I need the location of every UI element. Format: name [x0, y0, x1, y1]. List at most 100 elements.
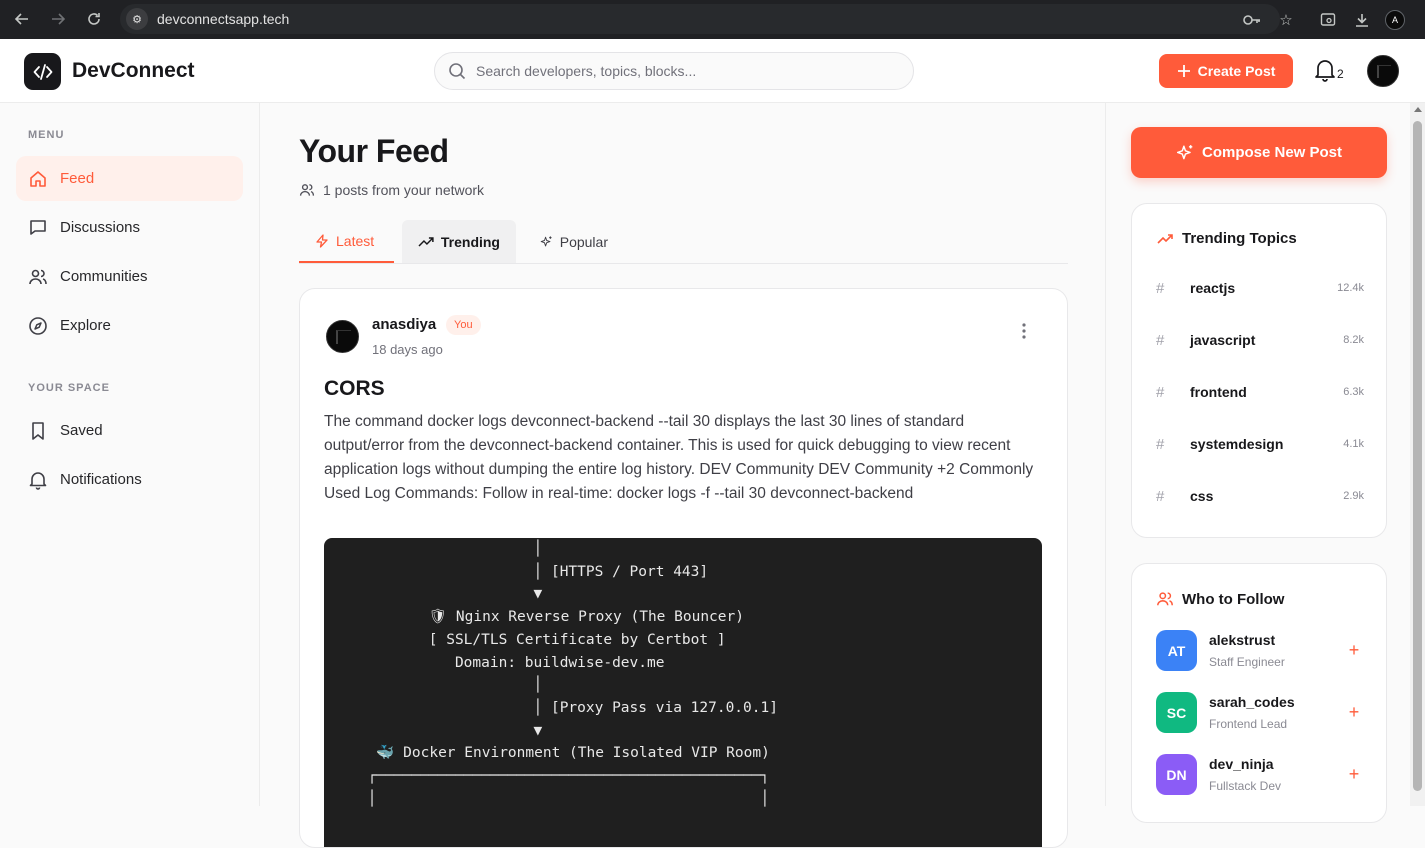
- topic-item[interactable]: # javascript 8.2k: [1156, 328, 1364, 352]
- forward-icon[interactable]: [45, 6, 71, 32]
- profile-initial: A: [1391, 14, 1398, 25]
- follow-role: Fullstack Dev: [1209, 779, 1282, 793]
- follow-avatar[interactable]: SC: [1156, 692, 1197, 733]
- code-logo-icon[interactable]: [24, 53, 61, 90]
- scroll-up-icon[interactable]: [1414, 107, 1422, 112]
- follow-role: Frontend Lead: [1209, 717, 1288, 731]
- hash-icon: #: [1156, 383, 1165, 401]
- post-author-name[interactable]: anasdiya: [372, 316, 436, 333]
- hash-icon: #: [1156, 279, 1165, 297]
- post-author-avatar[interactable]: [326, 320, 359, 353]
- address-bar[interactable]: ⚙ devconnectsapp.tech: [120, 4, 1280, 34]
- users-icon: [1157, 592, 1173, 606]
- who-to-follow-card: Who to Follow AT alekstrust Staff Engine…: [1131, 563, 1387, 823]
- post-title[interactable]: CORS: [324, 377, 385, 401]
- follow-role: Staff Engineer: [1209, 655, 1285, 669]
- tab-trending[interactable]: Trending: [402, 220, 516, 263]
- key-icon[interactable]: [1235, 0, 1269, 39]
- topic-name: frontend: [1190, 384, 1247, 400]
- user-avatar[interactable]: [1367, 55, 1399, 87]
- search-bar[interactable]: [434, 52, 914, 90]
- tab-latest[interactable]: Latest: [299, 220, 394, 263]
- follow-suggestion[interactable]: DN dev_ninja Fullstack Dev +: [1156, 754, 1364, 796]
- feed-tabs: Latest Trending Popular: [299, 220, 1068, 264]
- follow-plus-icon[interactable]: +: [1344, 702, 1364, 723]
- follow-name[interactable]: sarah_codes: [1209, 694, 1295, 710]
- site-settings-icon[interactable]: ⚙: [126, 8, 148, 30]
- browser-profile-avatar[interactable]: A: [1385, 9, 1405, 30]
- sparkles-icon: [540, 235, 552, 246]
- follow-avatar[interactable]: DN: [1156, 754, 1197, 795]
- search-input[interactable]: [476, 63, 896, 79]
- main-feed: Your Feed 1 posts from your network Late…: [260, 103, 1105, 848]
- brand-name[interactable]: DevConnect: [72, 59, 195, 83]
- back-icon[interactable]: [9, 6, 35, 32]
- feed-subtitle: 1 posts from your network: [299, 182, 484, 198]
- notification-bell-icon[interactable]: [1313, 57, 1337, 83]
- sidebar-item-label: Discussions: [60, 219, 141, 236]
- sidebar-item-notifications[interactable]: Notifications: [16, 457, 243, 502]
- sidebar-item-discussions[interactable]: Discussions: [16, 205, 243, 250]
- topic-item[interactable]: # systemdesign 4.1k: [1156, 432, 1364, 456]
- download-icon[interactable]: [1345, 0, 1379, 39]
- sidebar-item-communities[interactable]: Communities: [16, 254, 243, 299]
- tab-label: Popular: [559, 233, 608, 250]
- sidebar-item-label: Explore: [60, 317, 111, 334]
- topic-name: javascript: [1190, 332, 1256, 348]
- card-title-text: Trending Topics: [1182, 230, 1297, 247]
- screen-search-icon[interactable]: [1311, 0, 1345, 39]
- right-sidebar: Compose New Post Trending Topics # react…: [1105, 103, 1410, 823]
- topic-name: css: [1190, 488, 1214, 504]
- you-badge: You: [446, 315, 481, 335]
- code-image-text: │ │ [HTTPS / Port 443] ▼ 🛡 Nginx Reverse…: [367, 541, 778, 807]
- sidebar-item-label: Saved: [60, 422, 103, 439]
- tab-label: Latest: [336, 232, 375, 249]
- follow-plus-icon[interactable]: +: [1344, 764, 1364, 785]
- post-timestamp: 18 days ago: [372, 342, 443, 357]
- zap-icon: [316, 233, 328, 248]
- feed-subtitle-text: 1 posts from your network: [323, 182, 485, 198]
- notification-count: 2: [1337, 67, 1344, 81]
- compose-new-post-button[interactable]: Compose New Post: [1131, 127, 1387, 178]
- sparkles-icon: [1176, 144, 1193, 159]
- follow-name[interactable]: dev_ninja: [1209, 756, 1274, 772]
- hash-icon: #: [1156, 487, 1165, 505]
- left-sidebar: MENU Feed Discussions Communities Explor…: [0, 103, 260, 806]
- sidebar-item-label: Communities: [60, 268, 148, 285]
- topic-item[interactable]: # reactjs 12.4k: [1156, 276, 1364, 300]
- trending-up-icon: [418, 236, 434, 246]
- follow-suggestion[interactable]: AT alekstrust Staff Engineer +: [1156, 630, 1364, 672]
- scrollbar-thumb[interactable]: [1413, 121, 1422, 791]
- trending-up-icon: [1157, 233, 1173, 244]
- hash-icon: #: [1156, 331, 1165, 349]
- more-options-icon[interactable]: [1012, 319, 1036, 343]
- url-text: devconnectsapp.tech: [157, 11, 290, 27]
- home-icon: [30, 170, 46, 187]
- users-icon: [299, 184, 315, 196]
- follow-avatar[interactable]: AT: [1156, 630, 1197, 671]
- reload-icon[interactable]: [81, 6, 107, 32]
- follow-plus-icon[interactable]: +: [1344, 640, 1364, 661]
- plus-icon: [1177, 65, 1190, 77]
- search-icon: [449, 63, 466, 80]
- trending-topics-card: Trending Topics # reactjs 12.4k # javasc…: [1131, 203, 1387, 538]
- post-code-image[interactable]: │ │ [HTTPS / Port 443] ▼ 🛡 Nginx Reverse…: [324, 538, 1042, 847]
- star-icon[interactable]: ☆: [1269, 0, 1303, 39]
- topic-item[interactable]: # frontend 6.3k: [1156, 380, 1364, 404]
- follow-name[interactable]: alekstrust: [1209, 632, 1275, 648]
- page-title: Your Feed: [299, 133, 449, 169]
- topic-item[interactable]: # css 2.9k: [1156, 484, 1364, 508]
- your-space-section-label: YOUR SPACE: [28, 382, 110, 394]
- hash-icon: #: [1156, 435, 1165, 453]
- who-to-follow-title: Who to Follow: [1156, 590, 1284, 608]
- create-post-button[interactable]: Create Post: [1159, 54, 1293, 88]
- sidebar-item-explore[interactable]: Explore: [16, 303, 243, 348]
- bell-icon: [29, 471, 47, 490]
- follow-suggestion[interactable]: SC sarah_codes Frontend Lead +: [1156, 692, 1364, 734]
- bookmark-icon: [32, 421, 44, 440]
- page-scrollbar[interactable]: [1410, 103, 1425, 806]
- post-card[interactable]: anasdiya You 18 days ago CORS The comman…: [299, 288, 1068, 848]
- sidebar-item-saved[interactable]: Saved: [16, 408, 243, 453]
- sidebar-item-feed[interactable]: Feed: [16, 156, 243, 201]
- tab-popular[interactable]: Popular: [524, 220, 624, 263]
